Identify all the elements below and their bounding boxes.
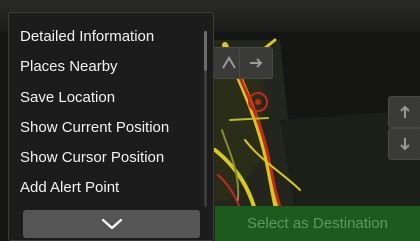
arrow-right-icon[interactable] (239, 47, 273, 79)
menu-item-show-current-position[interactable]: Show Current Position (11, 115, 201, 141)
menu-item-places-nearby[interactable]: Places Nearby (11, 54, 201, 80)
arrow-up-icon[interactable] (388, 96, 420, 128)
menu-scrollbar[interactable] (204, 31, 207, 207)
menu-scroll-thumb[interactable] (204, 31, 207, 71)
chevron-down-icon (101, 218, 122, 230)
arrow-down-icon[interactable] (388, 128, 420, 160)
select-as-destination-button[interactable]: Select as Destination (215, 206, 420, 241)
menu-item-detailed-information[interactable]: Detailed Information (11, 24, 201, 50)
menu-item-show-cursor-position[interactable]: Show Cursor Position (11, 145, 201, 171)
context-menu: Detailed Information Places Nearby Save … (8, 12, 214, 241)
menu-item-add-alert-point[interactable]: Add Alert Point (11, 175, 201, 201)
menu-item-save-location[interactable]: Save Location (11, 85, 201, 111)
menu-more-button[interactable] (23, 210, 200, 238)
